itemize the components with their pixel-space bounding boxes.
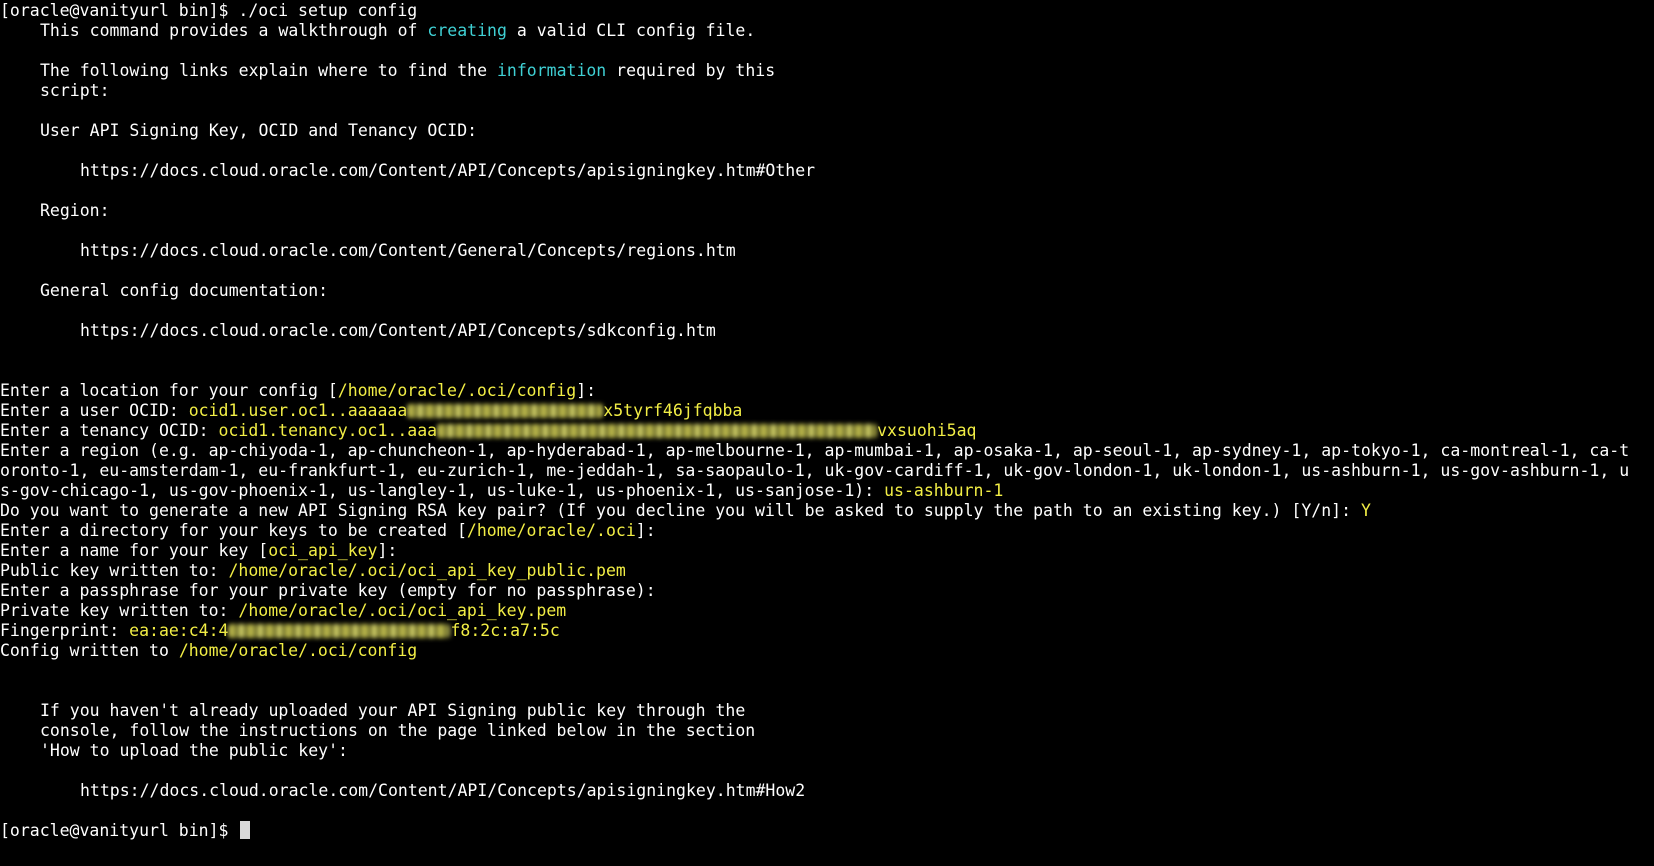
user-ocid-prefix: ocid1.user.oc1..aaaaaa <box>188 401 408 420</box>
redacted-blur <box>407 404 604 418</box>
generate-key-answer: Y <box>1360 501 1371 520</box>
shell-prompt: [oracle@vanityurl bin]$ <box>0 1 239 20</box>
region-heading: Region: <box>40 201 110 220</box>
private-key-path: /home/oracle/.oci/oci_api_key.pem <box>238 601 567 620</box>
upload-key-url: https://docs.cloud.oracle.com/Content/AP… <box>80 781 806 800</box>
key-directory-default: /home/oracle/.oci <box>466 521 636 540</box>
highlight-word: creating <box>427 21 507 40</box>
command-text: ./oci setup config <box>238 1 418 20</box>
user-key-url: https://docs.cloud.oracle.com/Content/AP… <box>80 161 816 180</box>
user-key-heading: User API Signing Key, OCID and Tenancy O… <box>40 121 478 140</box>
region-prompt-line-2: oronto-1, eu-amsterdam-1, eu-frankfurt-1… <box>0 461 1630 480</box>
terminal-window[interactable]: [oracle@vanityurl bin]$ ./oci setup conf… <box>0 0 1654 866</box>
intro-line-1: This command provides a walkthrough of c… <box>40 21 756 40</box>
fingerprint-prefix: ea:ae:c4:4 <box>129 621 229 640</box>
region-prompt-line-3: s-gov-chicago-1, us-gov-phoenix-1, us-la… <box>0 481 1004 500</box>
generate-key-line: Do you want to generate a new API Signin… <box>0 501 1371 520</box>
intro-line-3: script: <box>40 81 110 100</box>
general-config-url: https://docs.cloud.oracle.com/Content/AP… <box>80 321 716 340</box>
passphrase-line: Enter a passphrase for your private key … <box>0 581 656 600</box>
public-key-path: /home/oracle/.oci/oci_api_key_public.pem <box>228 561 626 580</box>
fingerprint-line: Fingerprint: ea:ae:c4:4 f8:2c:a7:5c <box>0 621 560 640</box>
private-key-line: Private key written to: /home/oracle/.oc… <box>0 601 567 620</box>
tenancy-ocid-line: Enter a tenancy OCID: ocid1.tenancy.oc1.… <box>0 421 977 440</box>
region-url: https://docs.cloud.oracle.com/Content/Ge… <box>80 241 736 260</box>
outro-line-1: If you haven't already uploaded your API… <box>40 701 746 720</box>
highlight-word: information <box>496 61 607 80</box>
tenancy-ocid-prefix: ocid1.tenancy.oc1..aaa <box>218 421 438 440</box>
tenancy-ocid-suffix: vxsuohi5aq <box>877 421 977 440</box>
final-prompt-line[interactable]: [oracle@vanityurl bin]$ <box>0 821 1654 841</box>
command-line: [oracle@vanityurl bin]$ ./oci setup conf… <box>0 1 1654 21</box>
config-written-line: Config written to /home/oracle/.oci/conf… <box>0 641 418 660</box>
intro-line-2: The following links explain where to fin… <box>40 61 776 80</box>
config-location-default: /home/oracle/.oci/config <box>337 381 577 400</box>
user-ocid-suffix: x5tyrf46jfqbba <box>603 401 743 420</box>
fingerprint-suffix: f8:2c:a7:5c <box>450 621 560 640</box>
region-value: us-ashburn-1 <box>884 481 1004 500</box>
config-location-line: Enter a location for your config [/home/… <box>0 381 597 400</box>
text-cursor <box>240 821 251 839</box>
shell-prompt: [oracle@vanityurl bin]$ <box>0 821 239 840</box>
redacted-blur <box>228 624 451 638</box>
outro-line-2: console, follow the instructions on the … <box>40 721 756 740</box>
config-written-path: /home/oracle/.oci/config <box>178 641 418 660</box>
region-prompt-line-1: Enter a region (e.g. ap-chiyoda-1, ap-ch… <box>0 441 1630 460</box>
public-key-line: Public key written to: /home/oracle/.oci… <box>0 561 626 580</box>
user-ocid-line: Enter a user OCID: ocid1.user.oc1..aaaaa… <box>0 401 743 420</box>
key-name-default: oci_api_key <box>268 541 378 560</box>
redacted-blur <box>437 424 878 438</box>
key-name-line: Enter a name for your key [oci_api_key]: <box>0 541 398 560</box>
general-config-heading: General config documentation: <box>40 281 329 300</box>
outro-line-3: 'How to upload the public key': <box>40 741 348 760</box>
key-directory-line: Enter a directory for your keys to be cr… <box>0 521 656 540</box>
